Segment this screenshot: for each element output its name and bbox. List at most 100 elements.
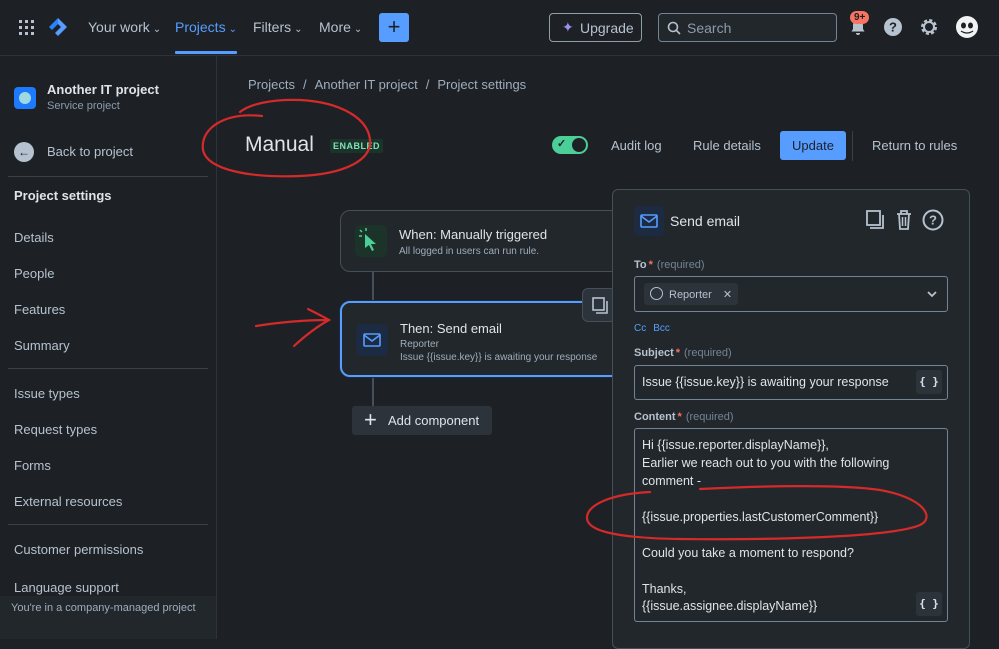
sidebar-divider bbox=[8, 524, 208, 525]
bcc-link[interactable]: Bcc bbox=[653, 323, 670, 334]
sidebar-footer-text: You're in a company-managed project bbox=[11, 602, 196, 614]
send-email-config-panel: Send email ? To * (required) Reporter ✕ Cc… bbox=[612, 189, 970, 649]
chevron-down-icon[interactable] bbox=[927, 290, 937, 298]
sidebar-item-features[interactable]: Features bbox=[14, 302, 65, 317]
chevron-down-icon: ⌄ bbox=[228, 24, 237, 35]
required-asterisk: * bbox=[648, 259, 653, 271]
add-component-button[interactable]: + Add component bbox=[352, 406, 492, 435]
content-label: Content * (required) bbox=[634, 411, 734, 423]
header-divider bbox=[852, 131, 853, 161]
check-icon: ✓ bbox=[557, 138, 567, 150]
settings-gear-icon[interactable] bbox=[917, 15, 941, 39]
mail-icon bbox=[634, 206, 664, 236]
subject-label-text: Subject bbox=[634, 347, 674, 359]
cc-link[interactable]: Cc bbox=[634, 323, 646, 334]
app-switcher-icon[interactable] bbox=[19, 20, 34, 35]
chevron-down-icon: ⌄ bbox=[152, 24, 162, 35]
content-line: {{issue.assignee.displayName}} bbox=[642, 599, 818, 613]
rule-enabled-toggle[interactable]: ✓ bbox=[552, 136, 588, 154]
insert-smart-value-button[interactable]: { } bbox=[916, 370, 942, 394]
audit-log-button[interactable]: Audit log bbox=[611, 138, 662, 153]
insert-smart-value-button[interactable]: { } bbox=[916, 592, 942, 616]
trigger-title: When: Manually triggered bbox=[399, 227, 548, 242]
breadcrumb-projects[interactable]: Projects bbox=[248, 77, 295, 92]
project-sidebar: Another IT project Service project ← Bac… bbox=[0, 56, 217, 639]
return-to-rules-button[interactable]: Return to rules bbox=[872, 138, 957, 153]
nav-projects-label: Projects bbox=[175, 19, 226, 35]
mail-icon bbox=[356, 324, 388, 356]
upgrade-label: Upgrade bbox=[580, 20, 634, 36]
required-hint: (required) bbox=[685, 411, 734, 423]
to-label: To * (required) bbox=[634, 259, 705, 271]
sidebar-item-people[interactable]: People bbox=[14, 266, 54, 281]
breadcrumb-separator: / bbox=[425, 77, 430, 92]
content-line: Earlier we reach out to you with the fol… bbox=[642, 456, 890, 470]
action-subject: Issue {{issue.key}} is awaiting your res… bbox=[400, 352, 598, 363]
status-badge: ENABLED bbox=[330, 139, 384, 153]
breadcrumb-project[interactable]: Another IT project bbox=[315, 77, 418, 92]
sidebar-item-forms[interactable]: Forms bbox=[14, 458, 51, 473]
nav-more[interactable]: More ⌄ bbox=[319, 19, 362, 35]
recipient-chip-label: Reporter bbox=[669, 289, 712, 301]
rule-title[interactable]: Manual bbox=[245, 133, 314, 157]
nav-filters[interactable]: Filters ⌄ bbox=[253, 19, 303, 35]
nav-projects[interactable]: Projects ⌄ bbox=[175, 19, 237, 35]
remove-recipient-icon[interactable]: ✕ bbox=[723, 289, 732, 301]
flow-connector bbox=[372, 272, 374, 300]
search-icon bbox=[667, 21, 681, 35]
sidebar-item-language-support[interactable]: Language support bbox=[14, 580, 119, 595]
user-avatar-icon[interactable] bbox=[955, 15, 979, 39]
action-recipient: Reporter bbox=[400, 339, 439, 350]
toggle-knob bbox=[572, 138, 586, 152]
sidebar-item-details[interactable]: Details bbox=[14, 230, 54, 245]
cursor-click-icon bbox=[355, 225, 387, 257]
nav-more-label: More bbox=[319, 19, 351, 35]
subject-label: Subject * (required) bbox=[634, 347, 732, 359]
sidebar-item-issue-types[interactable]: Issue types bbox=[14, 386, 80, 401]
sidebar-divider bbox=[8, 176, 208, 177]
rule-editor: Projects / Another IT project / Project sett… bbox=[218, 56, 999, 649]
plus-icon: + bbox=[364, 407, 377, 432]
project-name[interactable]: Another IT project bbox=[47, 82, 159, 97]
arrow-left-icon: ← bbox=[14, 142, 34, 162]
to-field[interactable]: Reporter ✕ bbox=[634, 276, 948, 312]
sidebar-item-request-types[interactable]: Request types bbox=[14, 422, 97, 437]
content-textarea[interactable]: Hi {{issue.reporter.displayName}}, Earli… bbox=[634, 428, 948, 622]
trash-icon[interactable] bbox=[892, 208, 916, 232]
chevron-down-icon: ⌄ bbox=[294, 24, 303, 35]
recipient-chip[interactable]: Reporter ✕ bbox=[644, 283, 739, 305]
create-button[interactable]: + bbox=[379, 13, 409, 42]
copy-icon[interactable] bbox=[863, 208, 887, 232]
trigger-node[interactable]: When: Manually triggered All logged in u… bbox=[340, 210, 622, 272]
breadcrumb-settings[interactable]: Project settings bbox=[437, 77, 526, 92]
to-label-text: To bbox=[634, 259, 647, 271]
help-icon[interactable]: ? bbox=[921, 208, 945, 232]
jira-logo-icon[interactable] bbox=[48, 17, 68, 37]
nav-your-work[interactable]: Your work ⌄ bbox=[88, 19, 161, 35]
project-avatar-icon[interactable] bbox=[14, 87, 36, 109]
flow-connector bbox=[372, 378, 374, 406]
update-button[interactable]: Update bbox=[780, 131, 846, 160]
trigger-subtitle: All logged in users can run rule. bbox=[399, 246, 540, 257]
sidebar-footer: You're in a company-managed project bbox=[0, 596, 216, 639]
action-node-send-email[interactable]: Then: Send email Reporter Issue {{issue.… bbox=[340, 301, 622, 377]
sidebar-item-summary[interactable]: Summary bbox=[14, 338, 70, 353]
help-icon[interactable]: ? bbox=[881, 15, 905, 39]
content-line: comment - bbox=[642, 474, 702, 488]
content-line: Hi {{issue.reporter.displayName}}, bbox=[642, 438, 829, 452]
content-line: Thanks, bbox=[642, 582, 687, 596]
user-icon bbox=[650, 287, 663, 300]
upgrade-button[interactable]: ✦ Upgrade bbox=[549, 13, 642, 42]
required-asterisk: * bbox=[677, 411, 682, 423]
subject-value: Issue {{issue.key}} is awaiting your res… bbox=[642, 375, 889, 389]
sidebar-item-customer-permissions[interactable]: Customer permissions bbox=[14, 542, 143, 557]
sidebar-item-external-resources[interactable]: External resources bbox=[14, 494, 122, 509]
sidebar-heading: Project settings bbox=[14, 188, 112, 203]
subject-input[interactable]: Issue {{issue.key}} is awaiting your res… bbox=[634, 365, 948, 400]
duplicate-component-button[interactable] bbox=[582, 288, 616, 322]
chevron-down-icon: ⌄ bbox=[353, 24, 363, 35]
search-input[interactable]: Search bbox=[658, 13, 837, 42]
rule-details-button[interactable]: Rule details bbox=[693, 138, 761, 153]
search-placeholder: Search bbox=[687, 20, 732, 36]
back-to-project-label: Back to project bbox=[47, 144, 133, 159]
